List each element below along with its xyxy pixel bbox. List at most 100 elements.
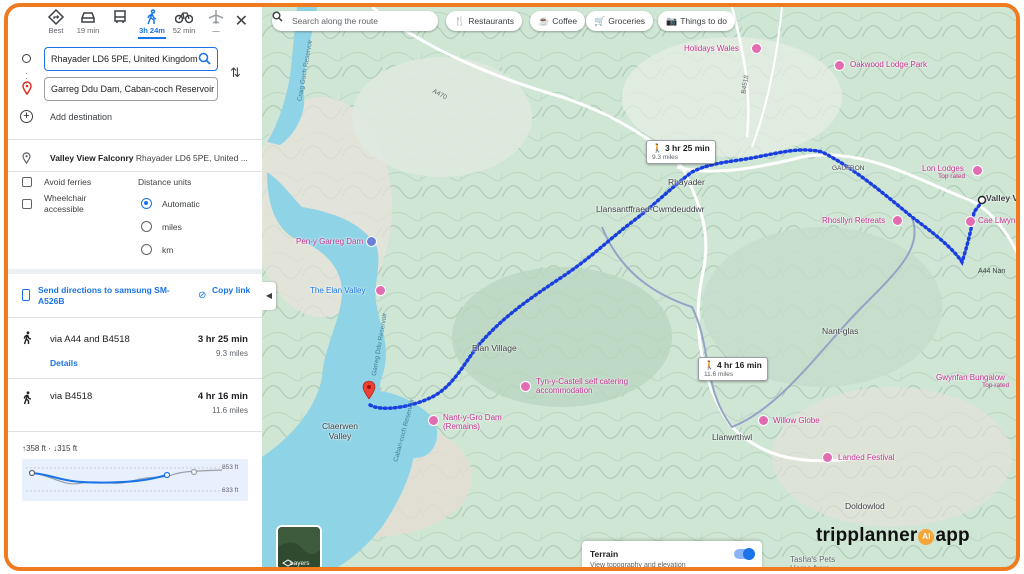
poi-gwynfan-bungalow[interactable]: Gwynfan Bungalow bbox=[936, 373, 1005, 382]
terrain-toggle-card[interactable]: Terrain View topography and elevation bbox=[582, 541, 762, 567]
poi-tashas-pets[interactable]: Tasha's Pets Home from Home bbox=[790, 555, 850, 567]
destination-input[interactable]: Garreg Ddu Dam, Caban-coch Reservoir bbox=[44, 77, 218, 101]
avoid-ferries-checkbox[interactable] bbox=[22, 177, 32, 187]
poi-holidays-wales[interactable]: Holidays Wales bbox=[684, 44, 739, 53]
units-miles-radio[interactable] bbox=[141, 221, 152, 232]
poi-rhosllyn-retreats[interactable]: Rhosllyn Retreats bbox=[822, 216, 885, 225]
elevation-chart bbox=[22, 459, 248, 501]
poi-icon bbox=[520, 381, 531, 392]
avoid-ferries-label: Avoid ferries bbox=[44, 177, 92, 187]
search-icon[interactable] bbox=[198, 52, 211, 65]
walking-icon bbox=[23, 331, 32, 345]
poi-icon bbox=[758, 415, 769, 426]
elevation-profile bbox=[26, 467, 226, 492]
route-time: 3 hr 25 min bbox=[197, 334, 248, 345]
route-callout-alternate[interactable]: 🚶 4 hr 16 min 11.6 miles bbox=[698, 357, 768, 381]
poi-lon-lodges[interactable]: Lon Lodges bbox=[922, 164, 964, 173]
divider bbox=[8, 317, 262, 318]
route-option-2[interactable]: via B4518 4 hr 16 min 11.6 miles bbox=[8, 379, 262, 429]
mode-flight[interactable]: — bbox=[200, 9, 232, 35]
elevation-max: 853 ft bbox=[222, 464, 239, 471]
car-icon bbox=[81, 12, 95, 23]
poi-icon bbox=[822, 452, 833, 463]
elevation-min: 633 ft bbox=[222, 487, 239, 494]
route-callout-primary[interactable]: 🚶 3 hr 25 min 9.3 miles bbox=[646, 140, 716, 164]
mode-drive[interactable]: 19 min bbox=[72, 9, 104, 35]
mode-transit[interactable] bbox=[104, 9, 136, 26]
units-automatic-radio[interactable] bbox=[141, 198, 152, 209]
location-pin-icon bbox=[22, 152, 31, 164]
diamond-icon bbox=[47, 9, 65, 25]
directions-panel: Best 19 min 3h 24m 52 min — ✕ Rhayader L… bbox=[8, 7, 262, 567]
chip-things-to-do[interactable]: 📷 Things to do bbox=[658, 11, 735, 31]
mode-bike[interactable]: 52 min bbox=[168, 9, 200, 35]
walking-icon bbox=[23, 391, 32, 405]
poi-elan-valley[interactable]: The Elan Valley bbox=[310, 286, 365, 295]
origin-input[interactable]: Rhayader LD6 5PE, United Kingdom bbox=[44, 47, 218, 71]
search-placeholder: Search along the route bbox=[292, 16, 379, 26]
mode-best[interactable]: Best bbox=[40, 9, 72, 35]
chip-coffee[interactable]: ☕ Coffee bbox=[530, 11, 586, 31]
phone-icon bbox=[22, 289, 30, 301]
label-llansantffraed: Llansantffraed-Cwmdeuddwr bbox=[596, 204, 705, 214]
origin-marker[interactable] bbox=[977, 195, 987, 205]
place-suggestion[interactable]: Valley View Falconry Rhayader LD6 5PE, U… bbox=[8, 148, 262, 170]
poi-icon bbox=[428, 415, 439, 426]
poi-oakwood-lodge-park[interactable]: Oakwood Lodge Park bbox=[850, 60, 927, 69]
collapse-panel-button[interactable]: ◀ bbox=[262, 282, 276, 310]
route-via: via B4518 bbox=[50, 391, 93, 402]
cart-icon: 🛒 bbox=[594, 16, 606, 26]
send-to-phone-link[interactable]: Send directions to samsung SM-A526B bbox=[38, 285, 180, 307]
bus-icon bbox=[114, 10, 126, 23]
chip-restaurants[interactable]: 🍴 Restaurants bbox=[446, 11, 523, 31]
swap-arrows-icon[interactable]: ⇅ bbox=[230, 65, 241, 81]
elevation-summary: ↑358 ft · ↓315 ft bbox=[22, 444, 78, 453]
label-rhayader: Rhayader bbox=[668, 177, 705, 187]
search-along-route[interactable]: Search along the route bbox=[272, 11, 438, 31]
coffee-icon: ☕ bbox=[538, 16, 550, 26]
route-option-1[interactable]: via A44 and B4518 3 hr 25 min 9.3 miles … bbox=[8, 319, 262, 373]
units-km-radio[interactable] bbox=[141, 244, 152, 255]
origin-row: Rhayader LD6 5PE, United Kingdom bbox=[8, 47, 262, 71]
walking-icon bbox=[147, 9, 157, 25]
close-icon[interactable]: ✕ bbox=[235, 11, 248, 31]
plus-icon: + bbox=[20, 110, 33, 123]
route-details-link[interactable]: Details bbox=[50, 358, 78, 368]
destination-row: Garreg Ddu Dam, Caban-coch Reservoir bbox=[8, 77, 262, 101]
units-miles-label: miles bbox=[162, 222, 182, 232]
poi-icon bbox=[965, 216, 976, 227]
distance-units-title: Distance units bbox=[138, 177, 192, 187]
wheelchair-checkbox[interactable] bbox=[22, 199, 32, 209]
section-divider bbox=[8, 269, 262, 274]
route-time: 4 hr 16 min bbox=[197, 391, 248, 402]
walking-icon: 🚶 bbox=[652, 143, 663, 153]
divider bbox=[8, 139, 262, 140]
origin-circle-icon bbox=[22, 54, 31, 63]
poi-tyn-y-castell[interactable]: Tyn-y-Castell self catering accommodatio… bbox=[536, 377, 646, 395]
poi-cae-llwyn[interactable]: Cae Llwyn bbox=[978, 216, 1015, 225]
poi-icon bbox=[375, 285, 386, 296]
poi-willow-globe[interactable]: Willow Globe bbox=[773, 416, 820, 425]
divider bbox=[8, 171, 262, 172]
poi-landed-festival[interactable]: Landed Festival bbox=[838, 453, 894, 462]
terrain-switch[interactable] bbox=[734, 548, 755, 560]
add-destination-label: Add destination bbox=[50, 112, 113, 122]
link-icon: ⊘ bbox=[198, 290, 207, 301]
add-destination-button[interactable]: + Add destination bbox=[8, 108, 262, 128]
route-via: via A44 and B4518 bbox=[50, 334, 130, 345]
layers-button[interactable]: Layers bbox=[276, 525, 322, 567]
label-nant-glas: Nant-glas bbox=[822, 326, 859, 336]
fork-knife-icon: 🍴 bbox=[454, 16, 466, 26]
mode-walk[interactable]: 3h 24m bbox=[136, 9, 168, 39]
copy-link-button[interactable]: Copy link bbox=[212, 285, 252, 296]
destination-pin-icon bbox=[22, 81, 32, 95]
ai-badge: AI bbox=[918, 529, 935, 545]
poi-icon bbox=[366, 236, 377, 247]
layers-label: Layers bbox=[290, 560, 310, 567]
poi-pen-y-garreg-dam[interactable]: Pen-y Garreg Dam bbox=[296, 237, 363, 246]
map-canvas[interactable]: Search along the route 🍴 Restaurants ☕ Cof… bbox=[262, 7, 1016, 567]
place-address: Rhayader LD6 5PE, United ... bbox=[135, 153, 248, 163]
poi-nant-y-gro-dam[interactable]: Nant-y-Gro Dam (Remains) bbox=[443, 413, 519, 431]
chip-groceries[interactable]: 🛒 Groceries bbox=[586, 11, 654, 31]
app-frame: Best 19 min 3h 24m 52 min — ✕ Rhayader L… bbox=[4, 3, 1020, 571]
